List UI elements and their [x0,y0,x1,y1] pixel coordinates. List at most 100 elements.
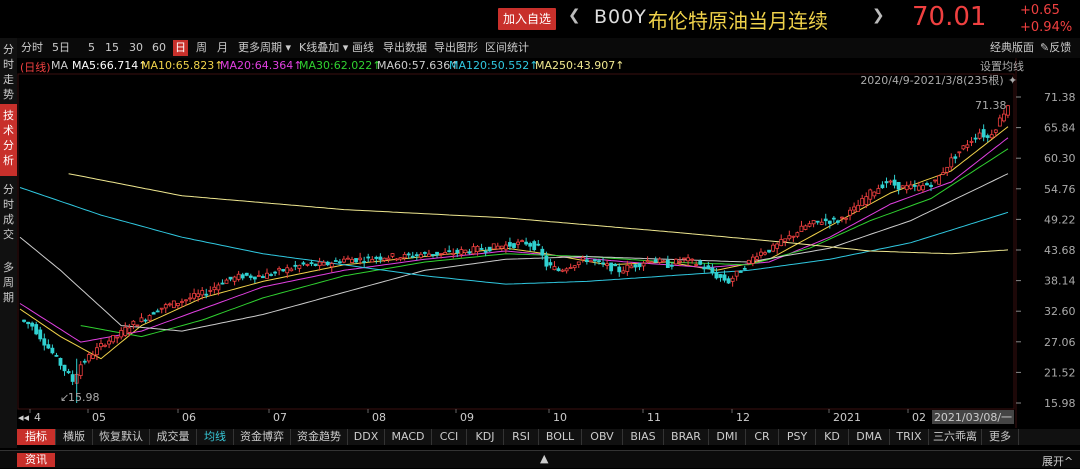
candle-body [949,157,954,168]
candle-body [617,266,622,273]
candle-body [394,258,399,261]
candle-body [609,262,614,272]
indicator-tab[interactable]: 指标 [17,429,56,445]
candle-body [232,276,237,282]
indicator-tab[interactable]: DMA [849,429,890,445]
indicator-tab[interactable]: DDX [348,429,385,445]
indicator-tab[interactable]: 资金博弈 [234,429,291,445]
candle-body [698,260,703,265]
candle-body [572,265,577,269]
y-tick-label: 27.06 [1044,336,1076,349]
candle-body [309,262,314,265]
candle-body [755,256,759,260]
candle-body [969,140,974,143]
candle-body [362,261,367,263]
candle-body [848,209,852,216]
candle-body [941,172,946,175]
indicator-tab[interactable]: MACD [385,429,432,445]
indicator-tabs: 指标 横版 恢复默认 成交量 均线 资金博弈 资金趋势 DDX MACD CCI KDJ RSI BOL… [17,429,1080,445]
indicator-tab[interactable]: BOLL [539,429,582,445]
news-button[interactable]: 资讯 [17,453,55,467]
indicator-tab[interactable]: BRAR [664,429,709,445]
indicator-tab[interactable]: 更多 [982,429,1019,445]
pin-icon[interactable]: ✦ [1008,74,1017,87]
indicator-tab[interactable]: DMI [709,429,746,445]
candle-body [366,256,371,259]
ma-settings-button[interactable]: 设置均线 [980,59,1024,73]
x-tick-label: 11 [647,411,661,424]
candle-body [321,261,326,266]
indicator-tab[interactable]: 均线 [197,429,234,445]
candle-body [544,255,549,267]
candle-body [58,357,63,366]
cursor-date: 2021/03/08/一 [934,411,1012,424]
indicator-tab[interactable]: CR [746,429,779,445]
candle-body [827,220,832,224]
candle-body [880,184,885,189]
candle-body [487,246,492,252]
candle-body [520,240,524,243]
indicator-tab[interactable]: PSY [779,429,816,445]
candle-body [710,267,715,274]
min-price-label: 15.98 [68,391,100,404]
candle-body [135,324,140,327]
candle-body [50,347,55,354]
candle-body [726,278,731,284]
candle-body [508,242,512,247]
candle-body [1006,105,1010,116]
candle-body [888,180,893,183]
candle-body [196,293,201,297]
candle-body [386,257,391,260]
candle-body [702,266,707,270]
indicator-tab[interactable]: 成交量 [150,429,197,445]
candle-body [532,241,537,251]
indicator-tab[interactable]: 三六乖离 [929,429,982,445]
scroll-left-icon[interactable]: ◂◂ [18,411,30,424]
candle-body [329,263,334,268]
candle-body [317,261,322,267]
candle-body [779,239,784,247]
candle-body [30,322,35,327]
candle-body [155,310,160,313]
candle-body [95,347,99,356]
indicator-tab[interactable]: CCI [432,429,467,445]
candle-body [378,256,383,260]
candle-body [929,184,933,187]
candle-body [516,241,520,245]
candle-body [548,262,553,266]
indicator-tab[interactable]: 恢复默认 [93,429,150,445]
indicator-tab[interactable]: BIAS [623,429,664,445]
candle-body [147,315,152,321]
indicator-tab[interactable]: RSI [504,429,539,445]
indicator-tab[interactable]: 横版 [56,429,93,445]
indicator-tab[interactable]: 资金趋势 [291,429,348,445]
candle-body [718,274,723,278]
candle-body [163,304,168,309]
candle-body [686,257,690,262]
candle-body [750,256,755,264]
candle-body [475,245,480,253]
indicator-tab[interactable]: OBV [582,429,623,445]
candle-body [775,243,780,249]
candle-body [977,132,982,139]
candle-body [62,364,67,372]
indicator-tab[interactable]: KDJ [467,429,504,445]
indicator-tab[interactable]: KD [816,429,849,445]
indicator-tab[interactable]: TRIX [890,429,929,445]
candle-body [957,151,962,154]
candle-body [580,257,585,261]
kline-chart[interactable]: 71.38 65.84 60.30 54.76 49.22 43.68 38.14 32.60… [0,0,1080,467]
y-tick-label: 60.30 [1044,152,1076,165]
candle-body [342,258,346,263]
candle-body [70,374,75,382]
candle-body [127,327,132,333]
expand-arrow-icon[interactable]: ▲ [540,452,548,465]
candle-body [402,254,407,259]
candle-body [297,264,302,269]
candle-body [346,257,350,260]
x-tick-label: 06 [182,411,196,424]
candle-body [896,181,901,190]
candle-body [431,254,435,256]
candle-body [325,261,330,266]
candle-body [269,274,273,276]
